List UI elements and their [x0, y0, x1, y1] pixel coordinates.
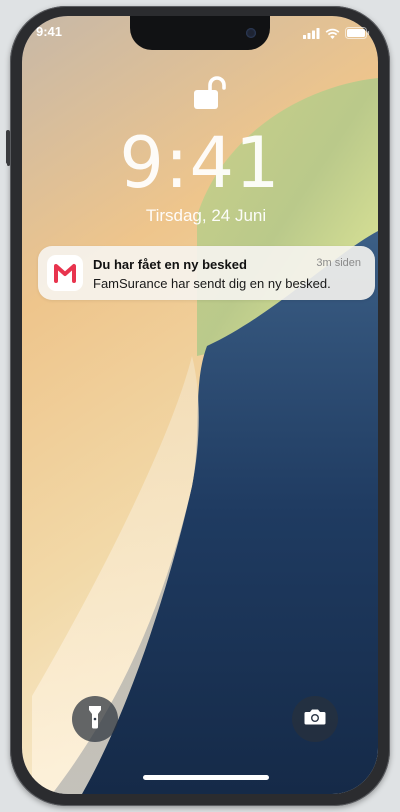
notification-title: Du har fået en ny besked — [93, 257, 247, 272]
flashlight-button[interactable] — [72, 696, 118, 742]
notification-body: FamSurance har sendt dig en ny besked. — [93, 276, 331, 291]
battery-icon — [345, 26, 370, 44]
lock-clock: 9:41 — [119, 122, 281, 204]
status-time: 9:41 — [36, 24, 63, 39]
front-camera — [246, 28, 256, 38]
status-icons — [303, 26, 370, 44]
notification-card[interactable]: Du har fået en ny besked 3m siden FamSur… — [38, 246, 375, 300]
notification-time: 3m siden — [316, 257, 361, 269]
home-indicator[interactable] — [143, 775, 269, 780]
camera-icon — [304, 708, 326, 730]
camera-button[interactable] — [292, 696, 338, 742]
unlocked-padlock-icon — [190, 76, 226, 117]
m-logo-icon — [47, 255, 83, 291]
wifi-icon — [325, 26, 340, 44]
flashlight-icon — [88, 705, 102, 734]
notch — [130, 16, 270, 50]
lock-date: Tirsdag, 24 Juni — [145, 206, 267, 225]
signal-icon — [303, 26, 320, 44]
